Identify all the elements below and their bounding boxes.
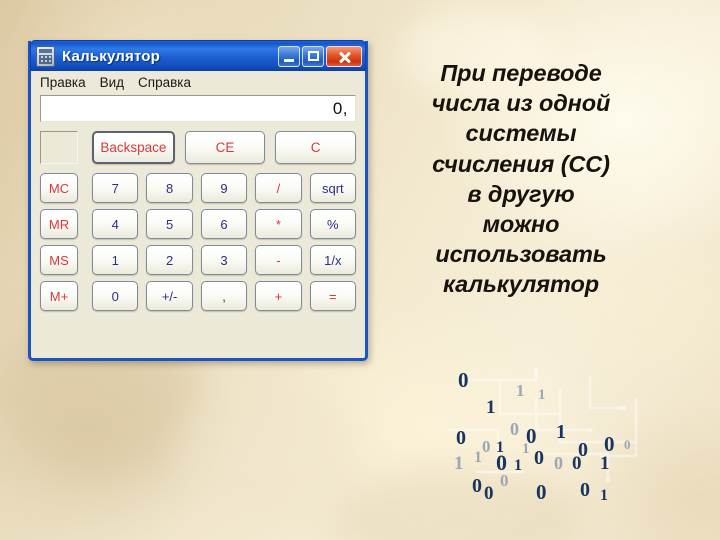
body-line: При переводе <box>440 60 602 86</box>
menu-bar: Правка Вид Справка <box>31 71 365 93</box>
memory-clear-button[interactable]: MC <box>40 173 78 203</box>
binary-digit: 1 <box>454 453 464 474</box>
equals-button[interactable]: = <box>309 281 357 311</box>
memory-store-button[interactable]: MS <box>40 245 78 275</box>
window-title: Калькулятор <box>62 47 161 65</box>
binary-digit: 0 <box>536 480 547 504</box>
binary-digit: 1 <box>496 439 504 456</box>
keypad-row: M+ 0 +/- , + = <box>40 281 357 311</box>
body-line: калькулятор <box>442 271 600 298</box>
digit-6-button[interactable]: 6 <box>200 209 248 239</box>
sqrt-button[interactable]: sqrt <box>309 173 357 203</box>
binary-digit: 0 <box>604 432 615 456</box>
body-line: числа из одной <box>431 90 611 117</box>
binary-digit: 1 <box>600 487 608 504</box>
clear-entry-button[interactable]: CE <box>184 131 266 164</box>
calculator-display[interactable]: 0, <box>40 95 356 122</box>
reciprocal-button[interactable]: 1/x <box>309 245 357 275</box>
caption-button-group <box>278 45 362 67</box>
maximize-icon[interactable] <box>302 45 324 67</box>
binary-digit: 0 <box>482 437 491 456</box>
body-line: можно <box>482 210 560 237</box>
binary-digit: 1 <box>514 457 522 474</box>
binary-digit: 0 <box>458 368 469 392</box>
calculator-icon <box>36 45 55 67</box>
binary-digit: 1 <box>486 397 496 418</box>
binary-digit: 0 <box>534 447 544 469</box>
slide-canvas: Калькулятор Правка Вид Справка 0, Backsp… <box>0 0 720 540</box>
calculator-window: Калькулятор Правка Вид Справка 0, Backsp… <box>28 40 368 361</box>
memory-recall-button[interactable]: MR <box>40 209 78 239</box>
circuit-trace-decoration <box>448 368 638 483</box>
binary-digit: 1 <box>556 421 566 443</box>
paper-mottle <box>330 470 590 540</box>
binary-digit: 0 <box>572 453 582 474</box>
memory-add-button[interactable]: M+ <box>40 281 78 311</box>
multiply-button[interactable]: * <box>255 209 302 239</box>
binary-digit: 0 <box>510 419 519 439</box>
binary-digit: 1 <box>600 453 610 474</box>
close-icon[interactable] <box>326 45 362 67</box>
clear-button[interactable]: C <box>275 131 357 164</box>
digit-5-button[interactable]: 5 <box>146 209 193 239</box>
menu-item-view[interactable]: Вид <box>100 75 124 90</box>
keypad-row: MS 1 2 3 - 1/x <box>40 245 357 275</box>
keypad-row: MR 4 5 6 * % <box>40 209 357 239</box>
digit-0-button[interactable]: 0 <box>92 281 139 311</box>
digit-4-button[interactable]: 4 <box>92 209 139 239</box>
binary-digit: 0 <box>526 424 537 448</box>
binary-digit: 0 <box>580 479 590 501</box>
binary-digit: 1 <box>522 441 530 457</box>
binary-digit: 1 <box>538 387 546 403</box>
binary-digit: 1 <box>516 381 525 400</box>
keypad: Backspace CE C MC 7 8 9 / sqrt MR 4 5 6 … <box>31 122 365 311</box>
binary-digit: 0 <box>554 453 563 473</box>
body-line: счисления (СС) <box>432 150 610 177</box>
slide-body-text: При переводе числа из одной системы счис… <box>378 58 664 300</box>
menu-item-help[interactable]: Справка <box>138 75 191 90</box>
binary-digit: 1 <box>474 449 482 466</box>
binary-digit: 0 <box>484 483 494 504</box>
body-line: в другую <box>467 180 575 207</box>
digit-2-button[interactable]: 2 <box>146 245 193 275</box>
divide-button[interactable]: / <box>255 173 302 203</box>
subtract-button[interactable]: - <box>255 245 302 275</box>
display-value: 0, <box>332 98 348 118</box>
binary-digit: 0 <box>578 439 588 461</box>
binary-digit: 0 <box>496 450 507 475</box>
memory-indicator <box>40 131 78 164</box>
sign-toggle-button[interactable]: +/- <box>146 281 193 311</box>
digit-9-button[interactable]: 9 <box>200 173 248 203</box>
digit-3-button[interactable]: 3 <box>200 245 248 275</box>
digit-7-button[interactable]: 7 <box>92 173 139 203</box>
menu-item-edit[interactable]: Правка <box>40 75 86 90</box>
keypad-row: MC 7 8 9 / sqrt <box>40 173 357 203</box>
percent-button[interactable]: % <box>309 209 357 239</box>
binary-digit: 0 <box>500 471 509 490</box>
body-line: системы <box>465 120 577 147</box>
digit-1-button[interactable]: 1 <box>92 245 139 275</box>
add-button[interactable]: + <box>255 281 302 311</box>
backspace-button[interactable]: Backspace <box>92 131 175 164</box>
body-line: использовать <box>435 241 607 268</box>
digit-8-button[interactable]: 8 <box>146 173 193 203</box>
binary-digit-field: 0111000101100011010001000001 <box>438 366 668 516</box>
paper-mottle <box>180 380 360 520</box>
keypad-row-top: Backspace CE C <box>40 131 357 164</box>
decimal-separator-button[interactable]: , <box>200 281 248 311</box>
binary-digit: 0 <box>472 475 482 497</box>
binary-digit: 0 <box>456 427 466 449</box>
binary-digit: 0 <box>624 437 631 452</box>
minimize-icon[interactable] <box>278 45 300 67</box>
title-bar[interactable]: Калькулятор <box>30 40 366 71</box>
